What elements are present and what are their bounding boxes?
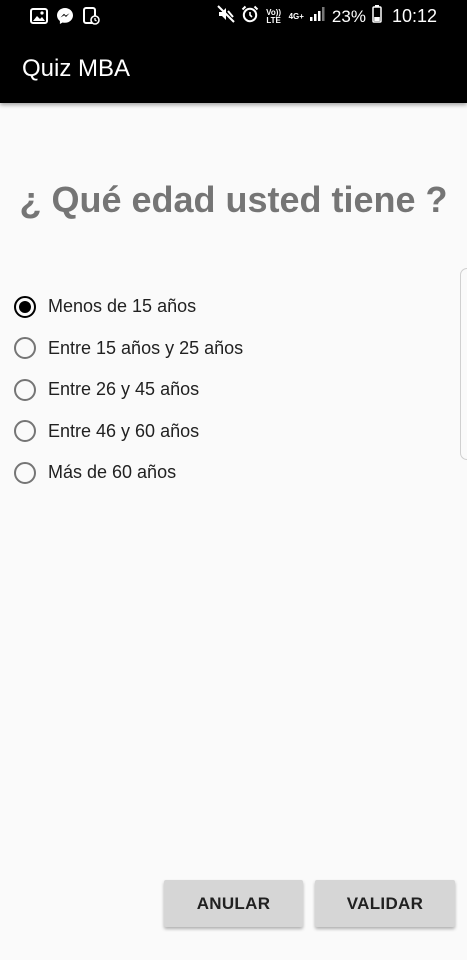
notification-icons	[30, 7, 100, 30]
clock: 10:12	[391, 6, 437, 26]
mute-icon	[216, 5, 235, 28]
option-label: Menos de 15 años	[48, 296, 197, 317]
option-15-25[interactable]: Entre 15 años y 25 años	[14, 328, 243, 370]
edge-panel-handle[interactable]	[460, 268, 467, 460]
option-label: Entre 26 y 45 años	[48, 379, 200, 400]
app-bar: Quiz MBA	[0, 33, 467, 103]
validate-button[interactable]: VALIDAR	[315, 880, 455, 927]
option-46-60[interactable]: Entre 46 y 60 años	[14, 411, 243, 453]
system-status: Vo)) LTE 4G+ 23% 10:12	[216, 0, 437, 33]
radio-button[interactable]	[14, 461, 36, 484]
messenger-icon	[56, 7, 74, 30]
signal-icon	[309, 7, 326, 26]
4g-icon: 4G+	[288, 11, 304, 21]
answer-options: Menos de 15 años Entre 15 años y 25 años…	[14, 286, 243, 494]
status-bar: Vo)) LTE 4G+ 23% 10:12	[0, 0, 467, 33]
image-icon	[30, 8, 48, 29]
cancel-button[interactable]: ANULAR	[164, 880, 303, 927]
battery-percent: 23%	[331, 6, 366, 26]
option-label: Más de 60 años	[48, 462, 177, 483]
radio-button[interactable]	[14, 420, 36, 443]
screen-record-icon	[82, 7, 100, 30]
question-title: ¿ Qué edad usted tiene ?	[19, 179, 448, 220]
volte-icon: Vo)) LTE	[266, 7, 282, 25]
radio-button-selected[interactable]	[14, 295, 36, 318]
option-mas-60[interactable]: Más de 60 años	[14, 452, 243, 494]
option-label: Entre 15 años y 25 años	[48, 337, 244, 358]
option-menos-15[interactable]: Menos de 15 años	[14, 286, 243, 328]
radio-button[interactable]	[14, 378, 36, 401]
option-26-45[interactable]: Entre 26 y 45 años	[14, 369, 243, 411]
battery-icon	[372, 5, 382, 28]
app-title: Quiz MBA	[22, 55, 131, 82]
option-label: Entre 46 y 60 años	[48, 420, 200, 441]
radio-button[interactable]	[14, 337, 36, 360]
alarm-icon	[241, 5, 259, 28]
